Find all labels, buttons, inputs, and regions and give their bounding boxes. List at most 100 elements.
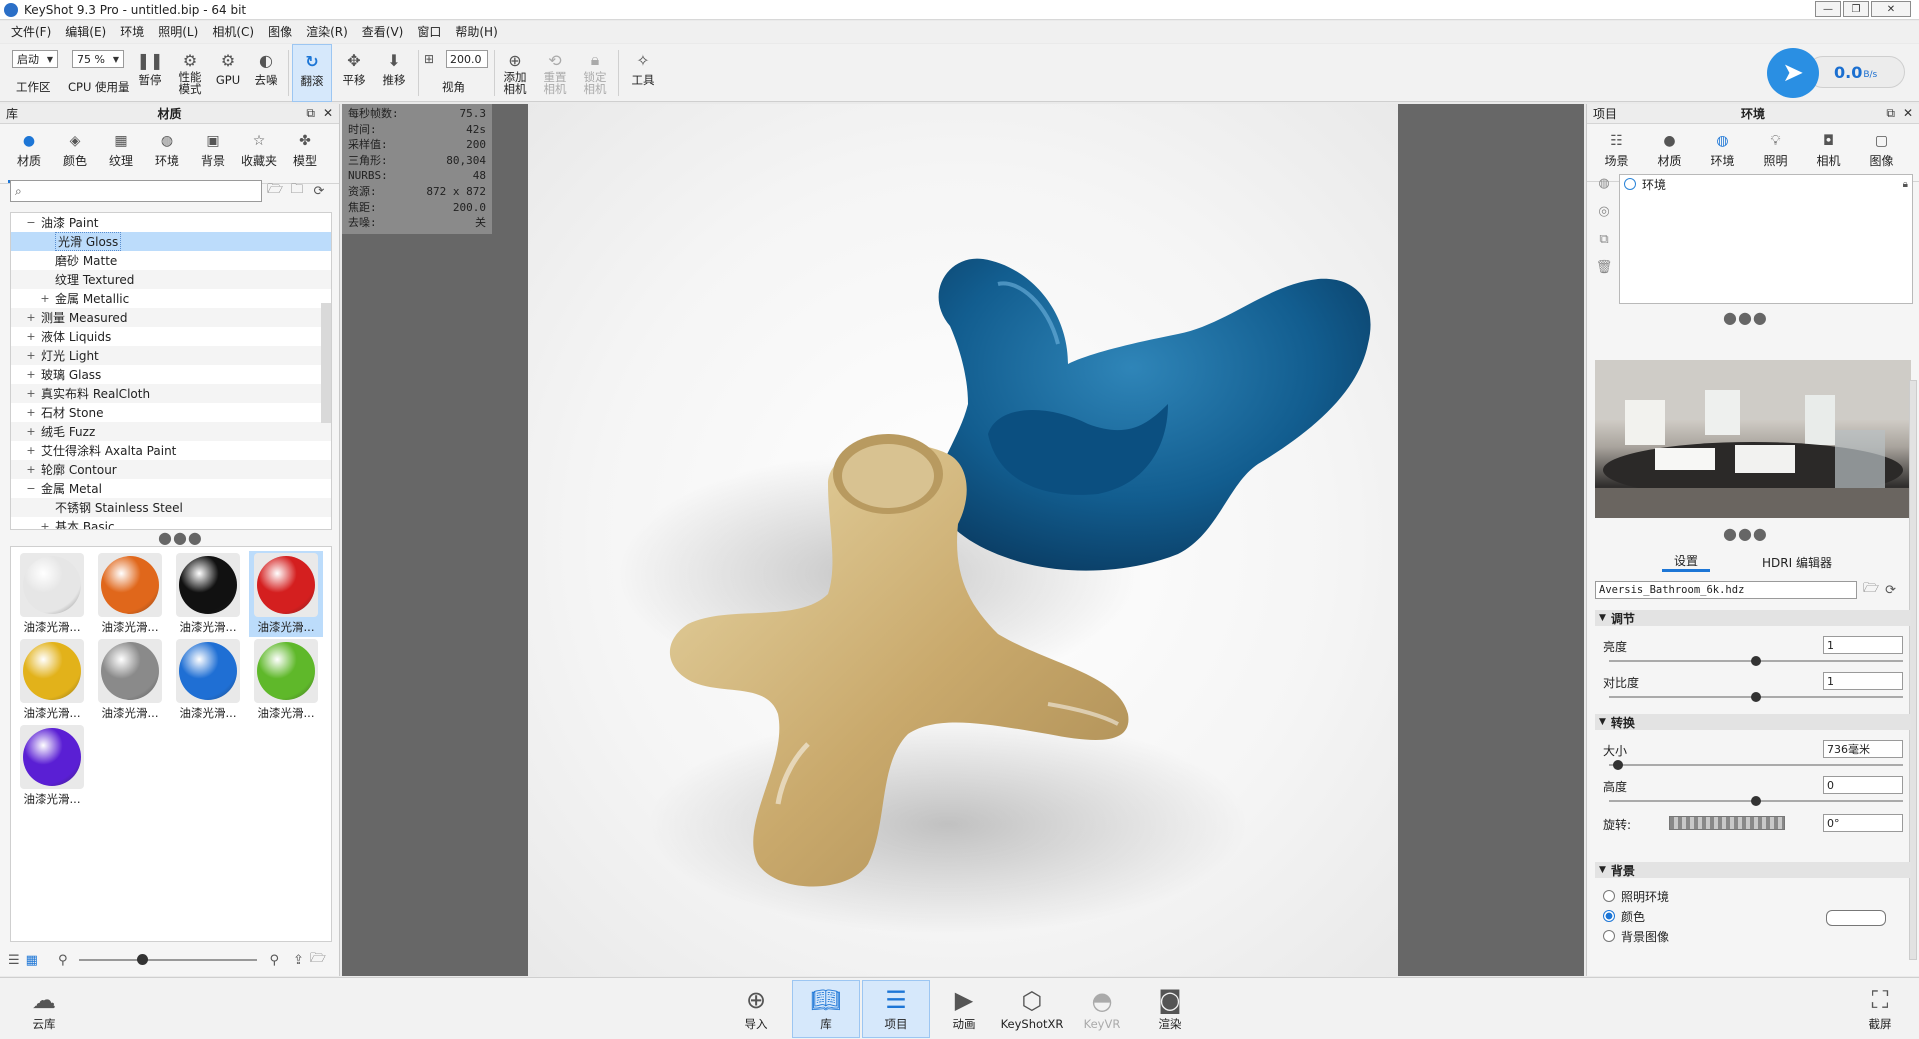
tumble-button[interactable]: ↻ 翻滚 [292,44,332,102]
slider-knob[interactable] [1751,656,1761,666]
material-thumbnail[interactable]: 油漆光滑... [15,551,89,637]
background-color-swatch[interactable] [1826,910,1886,926]
expand-icon[interactable]: + [25,349,37,362]
section-background[interactable]: ▼ 背景 [1595,862,1911,878]
folder-import-icon[interactable]: 🗁︎ [310,949,326,971]
field-of-view-input[interactable]: 200.0 [446,50,488,68]
section-transform[interactable]: ▼ 转换 [1595,714,1911,730]
material-thumbnail[interactable]: 油漆光滑... [93,551,167,637]
pan-button[interactable]: ✥ 平移 [338,44,370,102]
expand-icon[interactable]: + [25,368,37,381]
cpu-usage-select[interactable]: 75 % ▼ [72,50,124,68]
expand-icon[interactable]: + [25,330,37,343]
menu-lighting[interactable]: 照明(L) [151,21,205,43]
tree-item[interactable]: + 真实布料 RealCloth [11,384,331,403]
material-thumbnail[interactable]: 油漆光滑... [171,637,245,723]
render-button[interactable]: ◙ 渲染 [1136,980,1204,1038]
tree-item[interactable]: + 玻璃 Glass [11,365,331,384]
expand-icon[interactable]: + [39,292,51,305]
project-toggle-button[interactable]: ☰ 项目 [862,980,930,1038]
close-button[interactable]: ✕ [1871,1,1911,17]
environment-settings-icon[interactable]: ⧉ [1595,230,1613,248]
material-thumbnail[interactable]: 油漆光滑... [15,723,89,809]
menu-camera[interactable]: 相机(C) [205,21,261,43]
cloud-upload-icon[interactable]: ⇪ [293,953,304,968]
add-camera-button[interactable]: ⊕ 添加 相机 [498,44,532,102]
menu-edit[interactable]: 编辑(E) [58,21,113,43]
tree-item[interactable]: 不锈钢 Stainless Steel [11,498,331,517]
expand-icon[interactable]: + [25,463,37,476]
tree-item[interactable]: − 金属 Metal [11,479,331,498]
slider-knob[interactable] [137,954,149,965]
real-time-render[interactable] [528,104,1398,976]
size-slider[interactable] [1609,760,1903,770]
performance-mode-button[interactable]: ⚙ 性能 模式 [172,44,208,102]
delete-icon[interactable]: 🗑︎ [1595,258,1613,276]
keyshotxr-button[interactable]: ⬡ KeyShotXR [998,980,1066,1038]
splitter-handle[interactable]: ●●● [158,528,203,547]
splitter-handle[interactable]: ●●● [1723,524,1768,543]
material-thumbnail[interactable]: 油漆光滑... [249,637,323,723]
add-environment-icon[interactable]: ◍ [1595,174,1613,192]
dolly-button[interactable]: ⬇ 推移 [378,44,410,102]
tree-item[interactable]: + 绒毛 Fuzz [11,422,331,441]
tab-hdri-editor[interactable]: HDRI 编辑器 [1750,552,1844,572]
tree-item[interactable]: + 石材 Stone [11,403,331,422]
screenshot-button[interactable]: ⛶ 截屏 [1846,980,1914,1038]
tree-item[interactable]: + 灯光 Light [11,346,331,365]
tab-environments[interactable]: ◍ 环境 [146,128,188,183]
expand-icon[interactable]: + [25,311,37,324]
expand-icon[interactable]: + [25,387,37,400]
collapse-icon[interactable]: − [25,216,37,229]
hdri-file-field[interactable]: Aversis_Bathroom_6k.hdz [1595,581,1857,599]
thumbnail-size-slider[interactable] [79,954,258,965]
material-thumbnail[interactable]: 油漆光滑... [171,551,245,637]
radio-icon[interactable] [1603,930,1615,942]
contrast-slider[interactable] [1609,692,1903,702]
folder-open-icon[interactable]: 🗁︎ [1863,579,1879,601]
gpu-button[interactable]: ⚙ GPU [212,44,244,102]
list-item[interactable]: 环境 [1620,175,1912,193]
background-option-radio[interactable]: 照明环境 [1603,886,1669,906]
keyvr-button[interactable]: ◓ KeyVR [1068,980,1136,1038]
menu-image[interactable]: 图像 [261,21,299,43]
tree-item[interactable]: 磨砂 Matte [11,251,331,270]
lock-camera-button[interactable]: 🔒︎ 锁定 相机 [578,44,612,102]
tab-colors[interactable]: ◈ 颜色 [54,128,96,183]
tree-scrollbar[interactable] [321,303,331,423]
maximize-button[interactable]: ❐ [1843,1,1869,17]
library-toggle-button[interactable]: 📖︎ 库 [792,980,860,1038]
slider-knob[interactable] [1751,796,1761,806]
section-adjust[interactable]: ▼ 调节 [1595,610,1911,626]
menu-window[interactable]: 窗口 [410,21,448,43]
tree-item[interactable]: + 测量 Measured [11,308,331,327]
size-input[interactable]: 736毫米 [1823,740,1903,758]
refresh-icon[interactable]: ⟳ [310,182,328,200]
hdri-preview-image[interactable] [1595,360,1911,518]
tab-materials[interactable]: ● 材质 [8,128,50,183]
expand-icon[interactable]: + [25,425,37,438]
splitter-handle[interactable]: ●●● [1723,308,1768,327]
menu-help[interactable]: 帮助(H) [448,21,504,43]
radio-selected-icon[interactable] [1603,910,1615,922]
reset-camera-button[interactable]: ⟲ 重置 相机 [538,44,572,102]
lock-icon[interactable]: 🔒︎ [1903,179,1908,190]
render-viewport[interactable]: 每秒帧数: 75.3 时间: 42s 采样值: 200 三角形: 80,304 NURBS: 48… [342,104,1584,976]
workspace-select[interactable]: 启动 ▼ [12,50,58,68]
height-slider[interactable] [1609,796,1903,806]
radio-icon[interactable] [1603,890,1615,902]
tree-item[interactable]: + 液体 Liquids [11,327,331,346]
tab-backplates[interactable]: ▣ 背景 [192,128,234,183]
background-option-radio[interactable]: 背景图像 [1603,926,1669,946]
brightness-slider[interactable] [1609,656,1903,666]
slider-knob[interactable] [1751,692,1761,702]
animation-button[interactable]: ▶ 动画 [930,980,998,1038]
tree-item[interactable]: + 金属 Metallic [11,289,331,308]
expand-icon[interactable]: + [39,520,51,529]
tab-textures[interactable]: ▦ 纹理 [100,128,142,183]
cloud-library-button[interactable]: ☁ 云库 [10,980,78,1038]
menu-render[interactable]: 渲染(R) [299,21,355,43]
material-thumbnail[interactable]: 油漆光滑... [15,637,89,723]
slider-knob[interactable] [1612,760,1623,770]
undock-icon[interactable]: ⧉ [1886,106,1895,121]
